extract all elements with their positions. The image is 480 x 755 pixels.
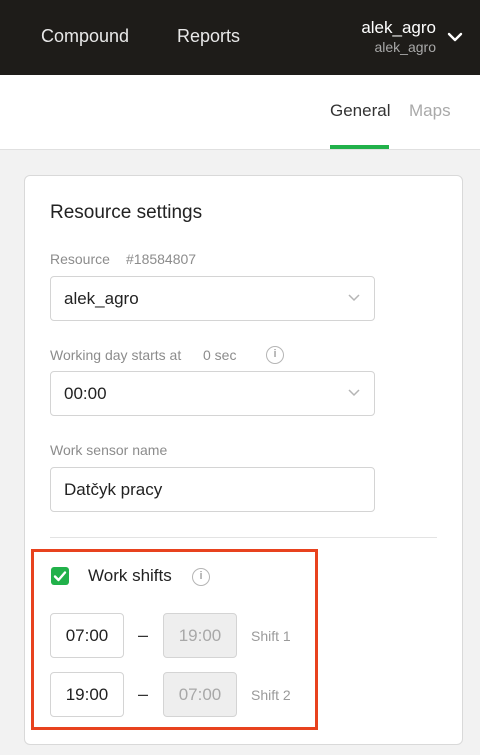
shift-2-dash: – [138, 684, 149, 704]
resource-id: #18584807 [126, 251, 197, 267]
sensor-label: Work sensor name [50, 442, 168, 458]
nav-reports[interactable]: Reports [177, 26, 240, 47]
working-day-label: Working day starts at [50, 347, 182, 363]
shift-2-start-input[interactable]: 19:00 [50, 672, 124, 717]
shift-1-label: Shift 1 [251, 628, 291, 644]
active-tab-indicator [330, 145, 389, 149]
resource-select[interactable]: alek_agro [50, 276, 375, 321]
shift-2-label: Shift 2 [251, 687, 291, 703]
work-shifts-label: Work shifts [88, 566, 172, 585]
chevron-down-icon [348, 389, 360, 397]
tab-general[interactable]: General [330, 101, 390, 121]
shift-1-end-input: 19:00 [163, 613, 237, 658]
info-icon[interactable]: i [266, 346, 284, 364]
info-icon[interactable]: i [192, 568, 210, 586]
resource-label: Resource [50, 251, 110, 267]
chevron-down-icon[interactable] [446, 30, 464, 44]
working-day-offset: 0 sec [203, 347, 237, 363]
tab-maps[interactable]: Maps [409, 101, 451, 121]
shift-2-end-input: 07:00 [163, 672, 237, 717]
chevron-down-icon [348, 294, 360, 302]
sensor-name-input[interactable] [50, 467, 375, 512]
nav-compound[interactable]: Compound [41, 26, 129, 47]
card-title: Resource settings [50, 202, 203, 223]
user-account: alek_agro [374, 39, 437, 55]
checkmark-icon [53, 571, 67, 582]
user-name: alek_agro [361, 18, 436, 37]
divider [50, 537, 437, 538]
resource-select-value: alek_agro [64, 289, 139, 308]
user-menu[interactable]: alek_agro alek_agro [361, 18, 436, 56]
tab-bar: General Maps [0, 75, 480, 150]
shift-1-dash: – [138, 625, 149, 645]
top-bar: Compound Reports alek_agro alek_agro [0, 0, 480, 75]
work-shifts-checkbox[interactable] [51, 567, 69, 585]
working-day-select-value: 00:00 [64, 384, 107, 403]
shift-1-start-input[interactable]: 07:00 [50, 613, 124, 658]
working-day-select[interactable]: 00:00 [50, 371, 375, 416]
